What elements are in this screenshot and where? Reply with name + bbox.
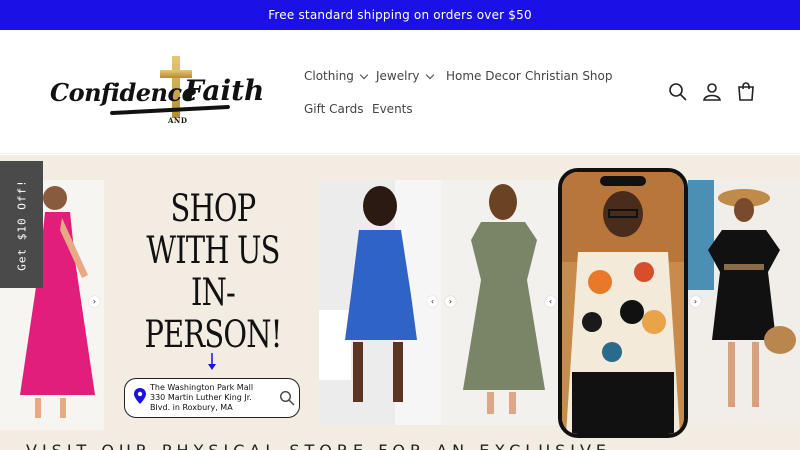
product-photo-black-dress: › bbox=[688, 180, 800, 425]
chevron-down-icon bbox=[359, 70, 369, 79]
shop-title-line-3: IN-PERSON! bbox=[144, 271, 282, 356]
phone-frame-photo bbox=[558, 168, 688, 438]
phone-notch bbox=[600, 176, 646, 186]
cart-icon[interactable] bbox=[736, 82, 756, 102]
nav-gift-cards-label: Gift Cards bbox=[304, 102, 364, 116]
chevron-right-icon[interactable]: › bbox=[690, 296, 701, 307]
nav-gift-cards[interactable]: Gift Cards bbox=[304, 102, 364, 116]
chevron-right-icon[interactable]: › bbox=[445, 296, 456, 307]
discount-tab-label: Get $10 Off! bbox=[15, 178, 28, 271]
nav-home-decor[interactable]: Home Decor bbox=[446, 69, 521, 83]
logo-word-confidence: Confidence bbox=[50, 78, 197, 107]
discount-tab[interactable]: Get $10 Off! bbox=[0, 161, 43, 288]
visit-store-text: VISIT OUR PHYSICAL STORE FOR AN EXCLUSIV… bbox=[26, 441, 611, 450]
nav-jewelry[interactable]: Jewelry bbox=[376, 69, 434, 83]
logo-word-faith: Faith bbox=[184, 74, 265, 107]
location-pin-icon bbox=[134, 388, 146, 404]
arrow-down-icon bbox=[208, 353, 216, 370]
product-photo-blue-dress: ‹ bbox=[319, 180, 441, 425]
announcement-text: Free standard shipping on orders over $5… bbox=[268, 8, 532, 22]
nav-events-label: Events bbox=[372, 102, 413, 116]
chevron-right-icon[interactable]: › bbox=[89, 296, 100, 307]
hero-banner[interactable]: › SHOP WITH US IN-PERSON! The Washington… bbox=[0, 155, 800, 450]
nav-christian-shop-label: Christian Shop bbox=[525, 69, 613, 83]
nav-clothing-label: Clothing bbox=[304, 69, 354, 83]
chevron-left-icon[interactable]: ‹ bbox=[427, 296, 438, 307]
site-header: Confidence Faith AND Clothing Jewelry Ho… bbox=[0, 30, 800, 154]
address-line-1: The Washington Park Mall bbox=[150, 383, 254, 392]
nav-jewelry-label: Jewelry bbox=[376, 69, 420, 83]
address-line-3: Blvd. in Roxbury, MA bbox=[150, 403, 233, 412]
chevron-left-icon[interactable]: ‹ bbox=[545, 296, 556, 307]
announcement-bar: Free standard shipping on orders over $5… bbox=[0, 0, 800, 30]
site-logo[interactable]: Confidence Faith AND bbox=[50, 56, 265, 132]
store-address-box[interactable]: The Washington Park Mall 330 Martin Luth… bbox=[124, 378, 300, 418]
address-line-2: 330 Martin Luther King Jr. bbox=[150, 393, 252, 402]
store-address: The Washington Park Mall 330 Martin Luth… bbox=[150, 383, 270, 413]
shop-in-person-title: SHOP WITH US IN-PERSON! bbox=[139, 188, 287, 356]
nav-christian-shop[interactable]: Christian Shop bbox=[525, 69, 613, 83]
shop-title-line-2: WITH US bbox=[146, 229, 280, 272]
account-icon[interactable] bbox=[702, 82, 722, 102]
product-photo-green-dress: › ‹ bbox=[441, 180, 561, 425]
nav-events[interactable]: Events bbox=[372, 102, 413, 116]
nav-clothing[interactable]: Clothing bbox=[304, 69, 369, 83]
shop-title-line-1: SHOP bbox=[170, 187, 257, 230]
search-icon[interactable] bbox=[668, 82, 688, 102]
search-icon bbox=[279, 390, 295, 406]
header-icons bbox=[668, 82, 758, 106]
logo-word-and: AND bbox=[168, 116, 188, 125]
nav-home-decor-label: Home Decor bbox=[446, 69, 521, 83]
chevron-down-icon bbox=[425, 70, 434, 79]
